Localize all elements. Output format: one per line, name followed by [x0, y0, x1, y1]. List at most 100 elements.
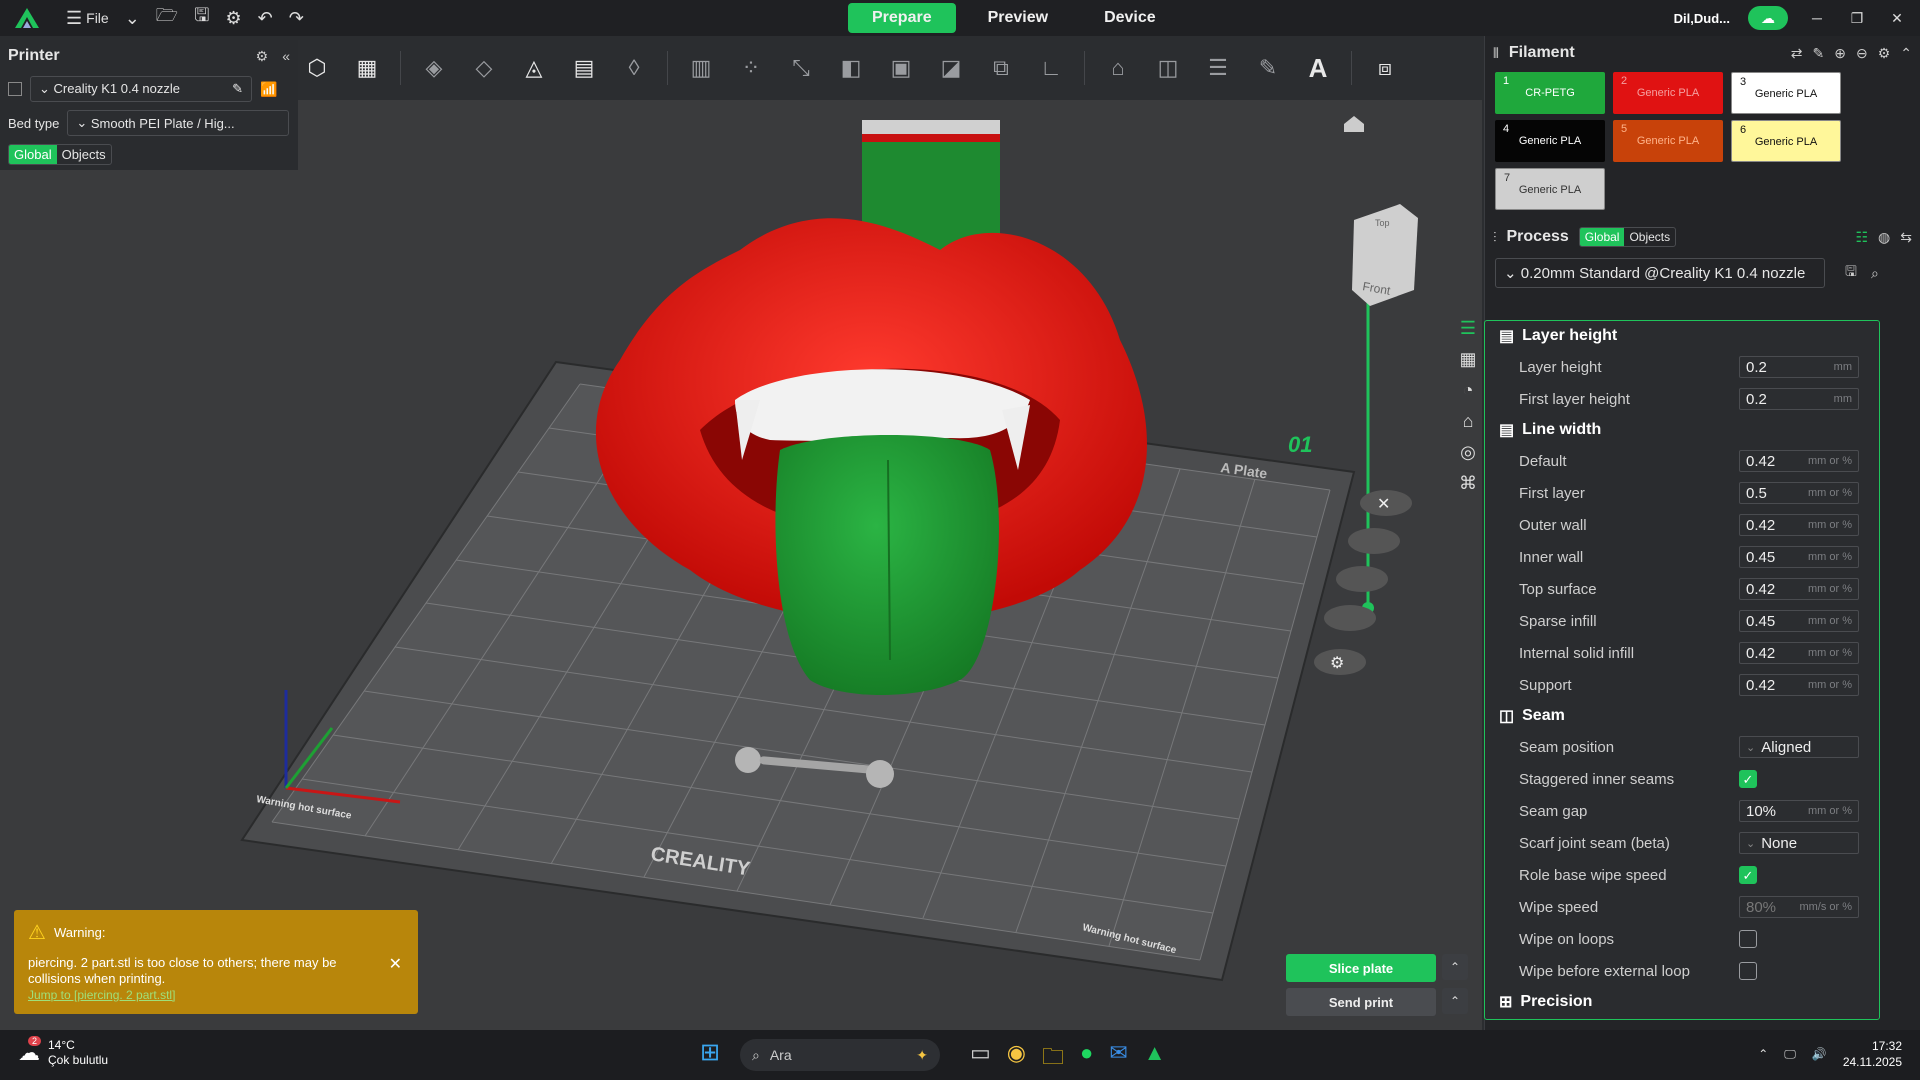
open-folder-icon[interactable]: 🗁: [156, 3, 178, 33]
scope-objects[interactable]: Objects: [57, 145, 111, 164]
setting-wipe-on-loops[interactable]: Wipe on loops: [1485, 923, 1879, 955]
scale-icon[interactable]: ⤡: [780, 47, 822, 89]
filament-settings-icon[interactable]: ⚙: [1878, 45, 1891, 62]
setting-scarf-joint[interactable]: Scarf joint seam (beta) ⌄ None: [1485, 827, 1879, 859]
setting-seam-gap[interactable]: Seam gap 10% mm or %: [1485, 795, 1879, 827]
line-width-input[interactable]: 0.42 mm or %: [1739, 450, 1859, 472]
scatter-icon[interactable]: ⁘: [730, 47, 772, 89]
filament-brush-icon[interactable]: ✎: [1813, 45, 1825, 62]
line-width-input[interactable]: 0.42 mm or %: [1739, 514, 1859, 536]
text-tool-icon[interactable]: A: [1297, 47, 1339, 89]
filament-type[interactable]: Generic PLA: [1621, 135, 1715, 147]
line-width-input[interactable]: 0.45 mm or %: [1739, 546, 1859, 568]
setting-wipe-speed[interactable]: Wipe speed 80% mm/s or %: [1485, 891, 1879, 923]
setting-first-layer-height[interactable]: First layer height 0.2 mm: [1485, 383, 1879, 415]
wifi-icon[interactable]: 📶: [260, 81, 277, 98]
others-tab-icon[interactable]: ◎: [1460, 442, 1476, 463]
send-options-button[interactable]: ⌃: [1442, 988, 1468, 1014]
list-view-icon[interactable]: ☷: [1855, 229, 1868, 246]
boolean-icon[interactable]: ⧉: [980, 47, 1022, 89]
chevron-down-icon[interactable]: ⌄: [125, 8, 140, 29]
filament-slot[interactable]: 5 Generic PLA: [1613, 120, 1723, 162]
filament-type[interactable]: Generic PLA: [1503, 135, 1597, 147]
save-profile-icon[interactable]: 🖫: [1845, 261, 1857, 285]
process-scope-toggle[interactable]: Global Objects: [1578, 227, 1677, 247]
assembly-view-icon[interactable]: ⧈: [1364, 47, 1406, 89]
layer-height-input[interactable]: 0.2 mm: [1739, 356, 1859, 378]
piercing-ball-right[interactable]: [866, 760, 894, 788]
filament-type[interactable]: Generic PLA: [1740, 88, 1832, 100]
section-line-width[interactable]: ▤ Line width: [1485, 415, 1879, 445]
spotify-icon[interactable]: ●: [1080, 1040, 1093, 1078]
process-scope-objects[interactable]: Objects: [1624, 228, 1675, 246]
wipe-on-loops-checkbox[interactable]: [1739, 930, 1757, 948]
creality-print-icon[interactable]: ▲: [1144, 1040, 1166, 1078]
gear-icon[interactable]: ⚙: [225, 8, 241, 29]
printer-select[interactable]: ⌄ Creality K1 0.4 nozzle ✎: [30, 76, 252, 102]
tab-prepare[interactable]: Prepare: [848, 3, 956, 33]
plate-auto-orient-icon[interactable]: [1336, 566, 1388, 592]
seam-paint-icon[interactable]: ◫: [1147, 47, 1189, 89]
plate-lock-icon[interactable]: [1324, 605, 1376, 631]
process-scope-global[interactable]: Global: [1579, 228, 1625, 246]
piercing-ball-left[interactable]: [735, 747, 761, 773]
task-view-icon[interactable]: ▭: [970, 1040, 991, 1078]
printer-settings-icon[interactable]: ⚙: [256, 48, 269, 65]
setting-seam-position[interactable]: Seam position ⌄ Aligned: [1485, 731, 1879, 763]
minimize-button[interactable]: ─: [1806, 10, 1828, 26]
filament-slot[interactable]: 2 Generic PLA: [1613, 72, 1723, 114]
color-paint-icon[interactable]: ✎: [1247, 47, 1289, 89]
section-seam[interactable]: ◫ Seam: [1485, 701, 1879, 731]
redo-icon[interactable]: ↷: [289, 8, 304, 29]
setting-line-width[interactable]: Internal solid infill 0.42 mm or %: [1485, 637, 1879, 669]
collapse-filament-icon[interactable]: ⌃: [1900, 45, 1912, 62]
seam-gap-input[interactable]: 10% mm or %: [1739, 800, 1859, 822]
close-button[interactable]: ✕: [1886, 10, 1908, 27]
setting-role-wipe-speed[interactable]: Role base wipe speed ✓: [1485, 859, 1879, 891]
filament-slot[interactable]: 3 Generic PLA: [1731, 72, 1841, 114]
search-icon[interactable]: ⌕: [1871, 265, 1879, 282]
multimaterial-tab-icon[interactable]: ⌘: [1459, 473, 1477, 494]
filament-slot[interactable]: 4 Generic PLA: [1495, 120, 1605, 162]
compare-icon[interactable]: ◍: [1878, 229, 1890, 246]
edit-printer-icon[interactable]: ✎: [232, 81, 243, 97]
weather-widget[interactable]: ☁ 2 14°C Çok bulutlu: [18, 1036, 108, 1068]
printer-scope-toggle[interactable]: Global Objects: [8, 143, 112, 165]
setting-staggered-seams[interactable]: Staggered inner seams ✓: [1485, 763, 1879, 795]
strength-tab-icon[interactable]: ▦: [1459, 349, 1476, 370]
seam-position-select[interactable]: ⌄ Aligned: [1739, 736, 1859, 758]
setting-wipe-before-external[interactable]: Wipe before external loop: [1485, 955, 1879, 987]
outlook-icon[interactable]: ✉: [1109, 1040, 1127, 1078]
home-icon[interactable]: [1344, 116, 1364, 132]
setting-line-width[interactable]: Outer wall 0.42 mm or %: [1485, 509, 1879, 541]
setting-line-width[interactable]: Inner wall 0.45 mm or %: [1485, 541, 1879, 573]
warning-close-icon[interactable]: ✕: [389, 954, 402, 974]
process-settings-list[interactable]: ▤ Layer height Layer height 0.2 mm First la…: [1484, 320, 1880, 1020]
collapse-panel-icon[interactable]: «: [282, 48, 290, 65]
undo-icon[interactable]: ↶: [258, 8, 273, 29]
user-name[interactable]: Dil,Dud...: [1674, 11, 1730, 26]
network-icon[interactable]: 🖵: [1784, 1047, 1796, 1062]
speed-tab-icon[interactable]: ◔: [1463, 380, 1474, 401]
hollow-icon[interactable]: ▣: [880, 47, 922, 89]
filament-type[interactable]: CR-PETG: [1503, 87, 1597, 99]
wipe-speed-input[interactable]: 80% mm/s or %: [1739, 896, 1859, 918]
filament-type[interactable]: Generic PLA: [1621, 87, 1715, 99]
line-width-input[interactable]: 0.5 mm or %: [1739, 482, 1859, 504]
add-plate-icon[interactable]: ▦: [346, 47, 388, 89]
setting-line-width[interactable]: Support 0.42 mm or %: [1485, 669, 1879, 701]
cube-icon[interactable]: ◧: [830, 47, 872, 89]
staggered-seams-checkbox[interactable]: ✓: [1739, 770, 1757, 788]
plate-arrange-icon[interactable]: [1348, 528, 1400, 554]
3d-viewport[interactable]: A Plate 01 CREALITY Warning hot surface …: [0, 100, 1482, 1030]
sync-filament-icon[interactable]: ⇄: [1791, 45, 1803, 62]
orient-icon[interactable]: ◈: [413, 47, 455, 89]
clock[interactable]: 17:32 24.11.2025: [1843, 1038, 1902, 1070]
maximize-button[interactable]: ❐: [1846, 10, 1868, 27]
filament-type[interactable]: Generic PLA: [1740, 136, 1832, 148]
volume-icon[interactable]: 🔊: [1812, 1047, 1827, 1061]
taskbar-search[interactable]: ⌕ Ara ✦: [740, 1039, 940, 1071]
split-icon[interactable]: ▤: [563, 47, 605, 89]
filament-slot[interactable]: 6 Generic PLA: [1731, 120, 1841, 162]
add-object-icon[interactable]: ⬡: [296, 47, 338, 89]
